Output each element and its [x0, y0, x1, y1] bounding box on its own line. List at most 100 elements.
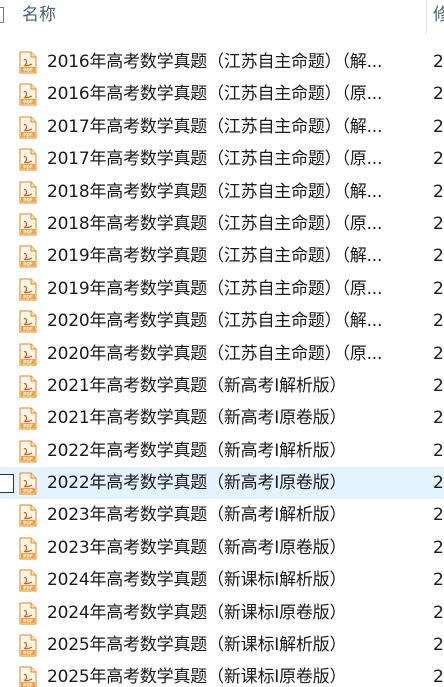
file-date-modified: 2 — [433, 116, 444, 137]
svg-text:PDF: PDF — [23, 164, 33, 169]
svg-text:PDF: PDF — [23, 456, 33, 461]
file-name[interactable]: 2022年高考数学真题（新高考Ⅰ解析版） — [47, 440, 417, 462]
file-row[interactable]: PDF 2023年高考数学真题（新高考Ⅰ解析版） 2 — [0, 499, 444, 531]
pdf-file-icon: PDF — [19, 83, 37, 106]
file-row[interactable]: PDF 2019年高考数学真题（江苏自主命题）（解... 2 — [0, 240, 444, 272]
file-name[interactable]: 2020年高考数学真题（江苏自主命题）（解... — [47, 310, 417, 332]
file-row[interactable]: PDF 2025年高考数学真题（新课标Ⅰ原卷版） 2 — [0, 661, 444, 687]
file-list: PDF 2016年高考数学真题（江苏自主命题）（解... 2 PDF 2016年… — [0, 46, 444, 687]
file-date-modified: 2 — [433, 311, 444, 332]
file-date-modified: 2 — [433, 278, 444, 299]
file-date-modified: 2 — [433, 635, 444, 656]
file-name[interactable]: 2022年高考数学真题（新高考Ⅰ原卷版） — [47, 472, 417, 494]
file-date-modified: 2 — [433, 602, 444, 623]
file-date-modified: 2 — [433, 149, 444, 170]
svg-text:PDF: PDF — [23, 197, 33, 202]
file-date-modified: 2 — [433, 181, 444, 202]
svg-text:PDF: PDF — [23, 488, 33, 493]
file-date-modified: 2 — [433, 570, 444, 591]
file-name[interactable]: 2019年高考数学真题（江苏自主命题）（原... — [47, 278, 417, 300]
file-name[interactable]: 2018年高考数学真题（江苏自主命题）（解... — [47, 181, 417, 203]
svg-text:PDF: PDF — [23, 326, 33, 331]
file-row[interactable]: PDF 2017年高考数学真题（江苏自主命题）（原... 2 — [0, 143, 444, 175]
file-row[interactable]: PDF 2021年高考数学真题（新高考Ⅰ原卷版） 2 — [0, 402, 444, 434]
file-date-modified: 2 — [433, 375, 444, 396]
file-explorer-window: ^ 名称 修 PDF 2016年高考数学真题（江苏自主命题）（解... 2 PD… — [0, 0, 444, 687]
row-checkbox[interactable] — [0, 474, 14, 494]
file-name[interactable]: 2020年高考数学真题（江苏自主命题）（原... — [47, 343, 417, 365]
file-date-modified: 2 — [433, 408, 444, 429]
file-name[interactable]: 2024年高考数学真题（新课标Ⅰ原卷版） — [47, 602, 417, 624]
svg-text:PDF: PDF — [23, 650, 33, 655]
file-date-modified: 2 — [433, 84, 444, 105]
file-row[interactable]: PDF 2022年高考数学真题（新高考Ⅰ解析版） 2 — [0, 435, 444, 467]
file-date-modified: 2 — [433, 440, 444, 461]
file-row[interactable]: PDF 2020年高考数学真题（江苏自主命题）（原... 2 — [0, 338, 444, 370]
pdf-file-icon: PDF — [19, 472, 37, 495]
file-row[interactable]: PDF 2017年高考数学真题（江苏自主命题）（解... 2 — [0, 111, 444, 143]
file-date-modified: 2 — [433, 246, 444, 267]
file-row[interactable]: PDF 2020年高考数学真题（江苏自主命题）（解... 2 — [0, 305, 444, 337]
pdf-file-icon: PDF — [19, 569, 37, 592]
date-modified-column-header[interactable]: 修 — [433, 4, 444, 26]
file-name[interactable]: 2025年高考数学真题（新课标Ⅰ解析版） — [47, 634, 417, 656]
file-name[interactable]: 2017年高考数学真题（江苏自主命题）（解... — [47, 116, 417, 138]
file-row[interactable]: PDF 2021年高考数学真题（新高考Ⅰ解析版） 2 — [0, 370, 444, 402]
sort-ascending-icon[interactable]: ^ — [198, 0, 208, 1]
file-row[interactable]: PDF 2016年高考数学真题（江苏自主命题）（解... 2 — [0, 46, 444, 78]
file-name[interactable]: 2023年高考数学真题（新高考Ⅰ原卷版） — [47, 537, 417, 559]
pdf-file-icon: PDF — [19, 310, 37, 333]
pdf-file-icon: PDF — [19, 245, 37, 268]
file-date-modified: 2 — [433, 213, 444, 234]
svg-text:PDF: PDF — [23, 553, 33, 558]
svg-text:PDF: PDF — [23, 262, 33, 267]
column-header: ^ 名称 修 — [0, 0, 444, 34]
svg-text:PDF: PDF — [23, 294, 33, 299]
file-name[interactable]: 2021年高考数学真题（新高考Ⅰ原卷版） — [47, 407, 417, 429]
svg-text:PDF: PDF — [23, 132, 33, 137]
file-row[interactable]: PDF 2022年高考数学真题（新高考Ⅰ原卷版） 2 — [0, 467, 444, 500]
select-all-checkbox[interactable] — [0, 7, 4, 23]
pdf-file-icon: PDF — [19, 440, 37, 463]
svg-text:PDF: PDF — [23, 229, 33, 234]
file-row[interactable]: PDF 2024年高考数学真题（新课标Ⅰ原卷版） 2 — [0, 597, 444, 629]
file-date-modified: 2 — [433, 343, 444, 364]
file-row[interactable]: PDF 2018年高考数学真题（江苏自主命题）（解... 2 — [0, 176, 444, 208]
file-date-modified: 2 — [433, 473, 444, 494]
file-date-modified: 2 — [433, 505, 444, 526]
pdf-file-icon: PDF — [19, 504, 37, 527]
file-name[interactable]: 2017年高考数学真题（江苏自主命题）（原... — [47, 148, 417, 170]
file-date-modified: 2 — [433, 537, 444, 558]
file-row[interactable]: PDF 2019年高考数学真题（江苏自主命题）（原... 2 — [0, 273, 444, 305]
file-name[interactable]: 2019年高考数学真题（江苏自主命题）（解... — [47, 245, 417, 267]
svg-text:PDF: PDF — [23, 391, 33, 396]
file-name[interactable]: 2025年高考数学真题（新课标Ⅰ原卷版） — [47, 666, 417, 687]
svg-text:PDF: PDF — [23, 586, 33, 591]
file-row[interactable]: PDF 2024年高考数学真题（新课标Ⅰ解析版） 2 — [0, 564, 444, 596]
file-name[interactable]: 2024年高考数学真题（新课标Ⅰ解析版） — [47, 569, 417, 591]
pdf-file-icon: PDF — [19, 537, 37, 560]
file-row[interactable]: PDF 2025年高考数学真题（新课标Ⅰ解析版） 2 — [0, 629, 444, 661]
pdf-file-icon: PDF — [19, 278, 37, 301]
file-name[interactable]: 2016年高考数学真题（江苏自主命题）（解... — [47, 51, 417, 73]
svg-text:PDF: PDF — [23, 683, 33, 687]
pdf-file-icon: PDF — [19, 343, 37, 366]
file-name[interactable]: 2016年高考数学真题（江苏自主命题）（原... — [47, 83, 417, 105]
name-column-header[interactable]: 名称 — [22, 4, 56, 26]
file-date-modified: 2 — [433, 667, 444, 687]
file-name[interactable]: 2021年高考数学真题（新高考Ⅰ解析版） — [47, 375, 417, 397]
pdf-file-icon: PDF — [19, 213, 37, 236]
file-row[interactable]: PDF 2016年高考数学真题（江苏自主命题）（原... 2 — [0, 78, 444, 110]
svg-text:PDF: PDF — [23, 424, 33, 429]
file-row[interactable]: PDF 2023年高考数学真题（新高考Ⅰ原卷版） 2 — [0, 532, 444, 564]
pdf-file-icon: PDF — [19, 666, 37, 687]
svg-text:PDF: PDF — [23, 618, 33, 623]
file-name[interactable]: 2018年高考数学真题（江苏自主命题）（原... — [47, 213, 417, 235]
svg-text:PDF: PDF — [23, 359, 33, 364]
pdf-file-icon: PDF — [19, 51, 37, 74]
file-row[interactable]: PDF 2018年高考数学真题（江苏自主命题）（原... 2 — [0, 208, 444, 240]
column-divider[interactable] — [426, 0, 427, 34]
file-date-modified: 2 — [433, 52, 444, 72]
file-name[interactable]: 2023年高考数学真题（新高考Ⅰ解析版） — [47, 504, 417, 526]
svg-text:PDF: PDF — [23, 67, 33, 72]
